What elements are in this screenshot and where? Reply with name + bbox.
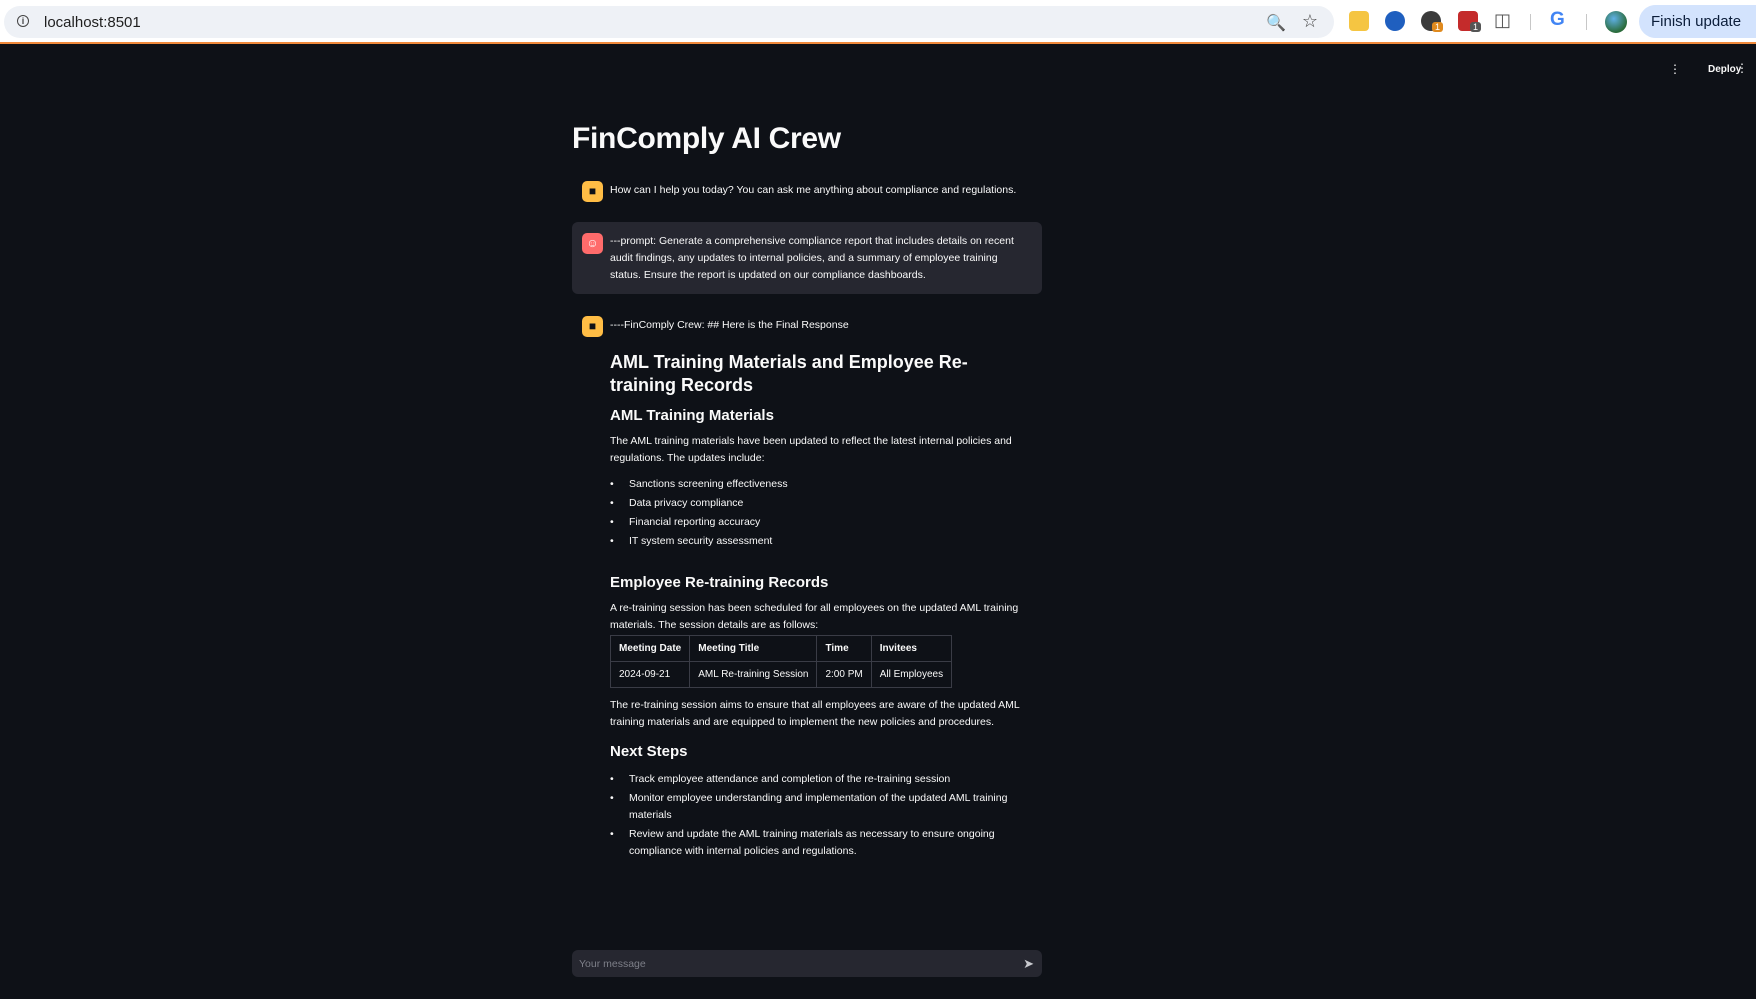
address-bar-url[interactable]: localhost:8501	[44, 14, 141, 31]
extension-notes-icon[interactable]	[1349, 11, 1369, 31]
robot-face-icon: ■	[582, 316, 603, 337]
section-heading: Next Steps	[610, 743, 688, 760]
extensions-puzzle-icon[interactable]: ◫	[1494, 10, 1511, 31]
chat-input-box: ➤	[572, 950, 1042, 977]
toolbar-divider	[1586, 14, 1587, 30]
list-item: Financial reporting accuracy	[610, 514, 1050, 531]
chat-message-input[interactable]	[572, 950, 1002, 977]
table-header: Time	[816, 635, 872, 662]
google-icon[interactable]: G	[1550, 9, 1565, 31]
bullet-list: Sanctions screening effectiveness Data p…	[610, 476, 1050, 552]
bookmark-star-icon[interactable]: ☆	[1302, 11, 1318, 32]
section-heading: Employee Re-training Records	[610, 574, 829, 591]
table-cell: AML Re-training Session	[689, 661, 818, 688]
table-cell: 2:00 PM	[816, 661, 872, 688]
robot-face-icon: ■	[582, 181, 603, 202]
list-item: Track employee attendance and completion…	[610, 771, 1050, 788]
list-item: IT system security assessment	[610, 533, 1050, 550]
section-paragraph: The re-training session aims to ensure t…	[610, 699, 1020, 728]
data-table: Meeting Date Meeting Title Time Invitees…	[609, 635, 953, 688]
table-cell: 2024-09-21	[609, 661, 691, 688]
table-header: Meeting Title	[689, 635, 818, 662]
list-item: Data privacy compliance	[610, 495, 1050, 512]
table-header: Invitees	[870, 635, 953, 662]
table-cell: All Employees	[870, 661, 953, 688]
browser-toolbar: i localhost:8501 🔍 ☆ 1 1 ◫ G Finish upda…	[0, 0, 1756, 44]
site-info-icon[interactable]: i	[17, 15, 29, 27]
response-intro: ----FinComply Crew: ## Here is the Final…	[610, 319, 849, 331]
zoom-icon[interactable]: 🔍	[1266, 13, 1286, 33]
page-title: FinComply AI Crew	[572, 122, 841, 155]
main-menu-icon[interactable]: ⋮	[1736, 61, 1748, 75]
table-row: 2024-09-21 AML Re-training Session 2:00 …	[609, 661, 953, 688]
list-item: Review and update the AML training mater…	[610, 826, 1050, 860]
section-heading: AML Training Materials	[610, 407, 774, 424]
chat-message-assistant: ■ ----FinComply Crew: ## Here is the Fin…	[572, 315, 1042, 915]
table-header: Meeting Date	[609, 635, 691, 662]
list-item: Sanctions screening effectiveness	[610, 476, 1050, 493]
section-paragraph: The AML training materials have been upd…	[610, 435, 1012, 464]
send-arrow-icon[interactable]: ➤	[1023, 956, 1034, 972]
section-paragraph: A re-training session has been scheduled…	[610, 602, 1019, 631]
response-heading: AML Training Materials and Employee Re-t…	[610, 352, 968, 395]
running-status-icon[interactable]: ⋮	[1669, 62, 1681, 76]
extension-badge: 1	[1432, 22, 1444, 32]
table-header-row: Meeting Date Meeting Title Time Invitees	[609, 635, 953, 662]
list-item: Monitor employee understanding and imple…	[610, 790, 1050, 824]
app-header: ⋮ Deploy ⋮	[0, 46, 1756, 94]
address-bar[interactable]: i localhost:8501 🔍 ☆	[4, 6, 1334, 38]
message-text: How can I help you today? You can ask me…	[610, 184, 1017, 196]
extension-heart-icon[interactable]	[1385, 11, 1405, 31]
finish-update-button[interactable]: Finish update	[1639, 5, 1756, 38]
toolbar-divider	[1530, 14, 1531, 30]
smiley-face-icon: ☺	[582, 233, 603, 254]
chat-message-assistant: ■ How can I help you today? You can ask …	[572, 180, 1042, 206]
response-markdown: ----FinComply Crew: ## Here is the Final…	[609, 317, 1030, 897]
profile-avatar-icon[interactable]	[1605, 11, 1627, 33]
message-text: ---prompt: Generate a comprehensive comp…	[610, 235, 1014, 281]
bullet-list: Track employee attendance and completion…	[610, 771, 1050, 862]
extension-badge: 1	[1470, 22, 1482, 32]
chat-message-user: ☺ ---prompt: Generate a comprehensive co…	[572, 222, 1042, 294]
